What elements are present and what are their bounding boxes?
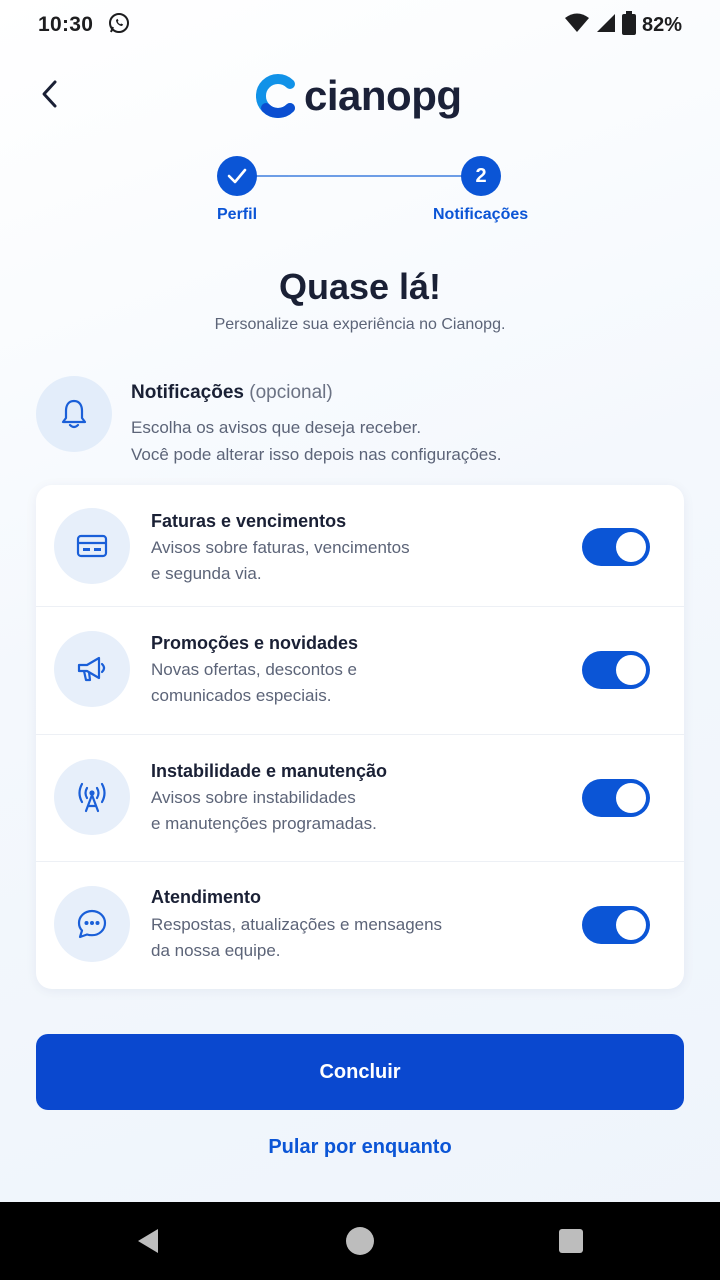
card-icon — [76, 534, 108, 558]
bell-icon — [61, 399, 87, 429]
chat-icon — [77, 909, 107, 939]
option-row-instabilidade: Instabilidade e manutenção Avisos sobre … — [36, 735, 684, 862]
option-description: Avisos sobre faturas, vencimentos e segu… — [151, 535, 481, 587]
signal-icon — [596, 12, 616, 39]
option-desc-line-2: comunicados especiais. — [151, 686, 332, 705]
stepper-connector — [256, 175, 462, 177]
option-desc-line-1: Avisos sobre faturas, vencimentos — [151, 538, 410, 557]
option-icon-badge — [54, 631, 130, 707]
status-bar: 10:30 82% — [0, 0, 720, 50]
back-button[interactable] — [28, 72, 72, 116]
step-1-label: Perfil — [217, 206, 258, 223]
battery-icon — [621, 10, 636, 40]
toggle-knob — [616, 532, 646, 562]
option-row-promocoes: Promoções e novidades Novas ofertas, des… — [36, 607, 684, 735]
option-icon-badge — [54, 508, 130, 584]
logo-text: cianopg — [304, 72, 462, 119]
status-left: 10:30 — [38, 11, 131, 40]
option-desc-line-1: Respostas, atualizações e mensagens — [151, 915, 443, 934]
intro-title: Notificações (opcional) — [131, 382, 333, 404]
option-row-atendimento: Atendimento Respostas, atualizações e me… — [36, 862, 684, 989]
logo-mark-icon — [256, 74, 295, 118]
megaphone-icon — [77, 656, 106, 682]
toggle-instabilidade[interactable] — [582, 779, 650, 817]
option-description: Respostas, atualizações e mensagens da n… — [151, 912, 481, 964]
status-right: 82% — [564, 10, 682, 40]
step-2-indicator: 2 — [461, 156, 501, 196]
bell-icon-badge — [36, 376, 112, 452]
option-title: Atendimento — [151, 887, 261, 907]
nav-recents-icon[interactable] — [556, 1226, 586, 1256]
nav-home-icon[interactable] — [345, 1226, 375, 1256]
option-desc-line-2: e segunda via. — [151, 564, 262, 583]
toggle-knob — [616, 910, 646, 940]
antenna-icon — [78, 782, 106, 813]
intro-optional-tag: (opcional) — [249, 382, 333, 403]
system-nav-bar — [0, 1202, 720, 1280]
page-title: Quase lá! — [278, 266, 442, 307]
whatsapp-icon — [107, 11, 131, 40]
app-header: cianopg — [0, 60, 720, 130]
toggle-knob — [616, 655, 646, 685]
notification-options-card: Faturas e vencimentos Avisos sobre fatur… — [36, 485, 684, 989]
option-title: Promoções e novidades — [151, 633, 359, 653]
app-logo: cianopg — [256, 70, 462, 122]
chevron-left-icon — [42, 80, 57, 108]
step-2-label: Notificações — [433, 206, 529, 223]
notifications-intro: Notificações (opcional) Escolha os aviso… — [36, 376, 686, 466]
option-row-faturas: Faturas e vencimentos Avisos sobre fatur… — [36, 485, 684, 607]
option-icon-badge — [54, 886, 130, 962]
intro-desc-line-2: Você pode alterar isso depois nas config… — [131, 445, 502, 464]
toggle-atendimento[interactable] — [582, 906, 650, 944]
option-desc-line-1: Novas ofertas, descontos e — [151, 660, 358, 679]
status-time: 10:30 — [38, 13, 94, 36]
check-icon — [227, 168, 247, 184]
option-description: Avisos sobre instabilidades e manutençõe… — [151, 785, 481, 837]
option-title: Faturas e vencimentos — [151, 511, 347, 531]
toggle-promocoes[interactable] — [582, 651, 650, 689]
intro-description: Escolha os avisos que deseja receber. Vo… — [131, 414, 671, 468]
option-desc-line-2: da nossa equipe. — [151, 941, 281, 960]
toggle-knob — [616, 783, 646, 813]
intro-desc-line-1: Escolha os avisos que deseja receber. — [131, 418, 422, 437]
toggle-faturas[interactable] — [582, 528, 650, 566]
nav-back-icon[interactable] — [134, 1226, 164, 1256]
battery-percentage: 82% — [641, 13, 682, 36]
progress-stepper: 2 Perfil Notificações — [0, 156, 720, 236]
page-subtitle: Personalize sua experiência no Cianopg. — [214, 316, 506, 333]
option-title: Instabilidade e manutenção — [151, 761, 388, 781]
conclude-button[interactable]: Concluir — [36, 1034, 684, 1110]
intro-title-text: Notificações — [131, 382, 244, 403]
option-desc-line-2: e manutenções programadas. — [151, 814, 377, 833]
step-1-indicator — [217, 156, 257, 196]
wifi-icon — [564, 12, 590, 39]
option-description: Novas ofertas, descontos e comunicados e… — [151, 657, 481, 709]
option-icon-badge — [54, 759, 130, 835]
option-desc-line-1: Avisos sobre instabilidades — [151, 788, 356, 807]
skip-link[interactable]: Pular por enquanto — [0, 1136, 720, 1159]
